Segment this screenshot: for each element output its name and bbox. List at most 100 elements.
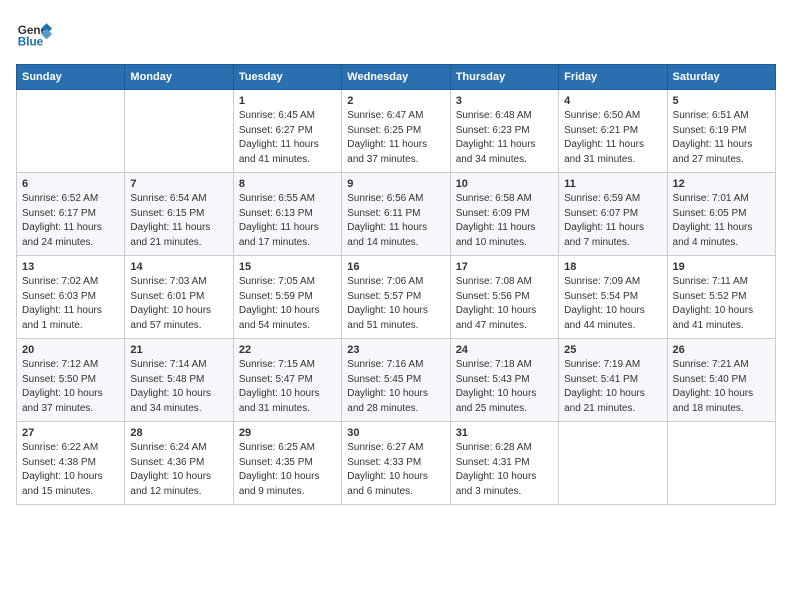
day-info: Sunrise: 7:09 AMSunset: 5:54 PMDaylight:… (564, 275, 661, 333)
day-info: Sunrise: 6:28 AMSunset: 4:31 PMDaylight:… (456, 441, 553, 499)
day-cell: 14Sunrise: 7:03 AMSunset: 6:01 PMDayligh… (125, 256, 233, 339)
day-number: 15 (239, 261, 336, 273)
week-row-5: 27 Sunrise: 6:22 AMSunset: 4:38 PMDayligh… (17, 422, 776, 505)
day-info: Sunrise: 7:21 AMSunset: 5:40 PMDaylight:… (673, 358, 770, 416)
day-cell: 3 Sunrise: 6:48 AMSunset: 6:23 PMDaylight… (450, 90, 558, 173)
day-info: Sunrise: 6:52 AMSunset: 6:17 PMDaylight:… (22, 192, 119, 250)
day-cell (559, 422, 667, 505)
logo-icon: General Blue (16, 16, 52, 52)
day-number: 12 (673, 178, 770, 190)
svg-text:Blue: Blue (18, 36, 44, 49)
day-cell: 12 Sunrise: 7:01 AMSunset: 6:05 PMDayligh… (667, 173, 775, 256)
day-cell: 13 Sunrise: 7:02 AMSunset: 6:03 PMDayligh… (17, 256, 125, 339)
week-row-2: 6 Sunrise: 6:52 AMSunset: 6:17 PMDaylight… (17, 173, 776, 256)
day-cell: 31Sunrise: 6:28 AMSunset: 4:31 PMDayligh… (450, 422, 558, 505)
day-cell: 22 Sunrise: 7:15 AMSunset: 5:47 PMDayligh… (233, 339, 341, 422)
day-info: Sunrise: 6:45 AMSunset: 6:27 PMDaylight:… (239, 109, 336, 167)
day-cell: 19 Sunrise: 7:11 AMSunset: 5:52 PMDayligh… (667, 256, 775, 339)
day-info: Sunrise: 6:50 AMSunset: 6:21 PMDaylight:… (564, 109, 661, 167)
day-info: Sunrise: 7:03 AMSunset: 6:01 PMDaylight:… (130, 275, 227, 333)
weekday-header-friday: Friday (559, 65, 667, 90)
logo: General Blue (16, 16, 52, 52)
day-cell: 25 Sunrise: 7:19 AMSunset: 5:41 PMDayligh… (559, 339, 667, 422)
day-info: Sunrise: 7:05 AMSunset: 5:59 PMDaylight:… (239, 275, 336, 333)
week-row-3: 13 Sunrise: 7:02 AMSunset: 6:03 PMDayligh… (17, 256, 776, 339)
day-cell: 28Sunrise: 6:24 AMSunset: 4:36 PMDayligh… (125, 422, 233, 505)
day-number: 11 (564, 178, 661, 190)
day-number: 10 (456, 178, 553, 190)
day-info: Sunrise: 6:56 AMSunset: 6:11 PMDaylight:… (347, 192, 444, 250)
weekday-header-thursday: Thursday (450, 65, 558, 90)
day-info: Sunrise: 6:25 AMSunset: 4:35 PMDaylight:… (239, 441, 336, 499)
day-info: Sunrise: 6:27 AMSunset: 4:33 PMDaylight:… (347, 441, 444, 499)
day-number: 7 (130, 178, 227, 190)
day-cell: 4 Sunrise: 6:50 AMSunset: 6:21 PMDaylight… (559, 90, 667, 173)
day-info: Sunrise: 6:58 AMSunset: 6:09 PMDaylight:… (456, 192, 553, 250)
day-cell: 1 Sunrise: 6:45 AMSunset: 6:27 PMDaylight… (233, 90, 341, 173)
day-number: 1 (239, 95, 336, 107)
day-info: Sunrise: 7:12 AMSunset: 5:50 PMDaylight:… (22, 358, 119, 416)
week-row-4: 20 Sunrise: 7:12 AMSunset: 5:50 PMDayligh… (17, 339, 776, 422)
day-info: Sunrise: 7:15 AMSunset: 5:47 PMDaylight:… (239, 358, 336, 416)
calendar-table: SundayMondayTuesdayWednesdayThursdayFrid… (16, 64, 776, 505)
day-number: 28 (130, 427, 227, 439)
day-number: 5 (673, 95, 770, 107)
day-info: Sunrise: 6:51 AMSunset: 6:19 PMDaylight:… (673, 109, 770, 167)
day-number: 18 (564, 261, 661, 273)
day-number: 30 (347, 427, 444, 439)
day-number: 27 (22, 427, 119, 439)
day-cell: 24Sunrise: 7:18 AMSunset: 5:43 PMDayligh… (450, 339, 558, 422)
day-number: 9 (347, 178, 444, 190)
day-info: Sunrise: 6:22 AMSunset: 4:38 PMDaylight:… (22, 441, 119, 499)
day-info: Sunrise: 6:59 AMSunset: 6:07 PMDaylight:… (564, 192, 661, 250)
day-number: 19 (673, 261, 770, 273)
day-info: Sunrise: 7:02 AMSunset: 6:03 PMDaylight:… (22, 275, 119, 333)
day-cell (667, 422, 775, 505)
day-number: 6 (22, 178, 119, 190)
day-cell: 8 Sunrise: 6:55 AMSunset: 6:13 PMDaylight… (233, 173, 341, 256)
day-cell: 2 Sunrise: 6:47 AMSunset: 6:25 PMDaylight… (342, 90, 450, 173)
day-info: Sunrise: 7:01 AMSunset: 6:05 PMDaylight:… (673, 192, 770, 250)
day-cell: 29Sunrise: 6:25 AMSunset: 4:35 PMDayligh… (233, 422, 341, 505)
day-cell: 27 Sunrise: 6:22 AMSunset: 4:38 PMDayligh… (17, 422, 125, 505)
day-cell: 15 Sunrise: 7:05 AMSunset: 5:59 PMDayligh… (233, 256, 341, 339)
day-cell: 30 Sunrise: 6:27 AMSunset: 4:33 PMDayligh… (342, 422, 450, 505)
day-cell: 20 Sunrise: 7:12 AMSunset: 5:50 PMDayligh… (17, 339, 125, 422)
day-info: Sunrise: 6:48 AMSunset: 6:23 PMDaylight:… (456, 109, 553, 167)
day-number: 17 (456, 261, 553, 273)
weekday-header-tuesday: Tuesday (233, 65, 341, 90)
page-header: General Blue (16, 16, 776, 52)
weekday-header-monday: Monday (125, 65, 233, 90)
day-info: Sunrise: 7:19 AMSunset: 5:41 PMDaylight:… (564, 358, 661, 416)
day-number: 4 (564, 95, 661, 107)
day-number: 23 (347, 344, 444, 356)
day-cell: 6 Sunrise: 6:52 AMSunset: 6:17 PMDaylight… (17, 173, 125, 256)
day-number: 3 (456, 95, 553, 107)
day-cell: 26 Sunrise: 7:21 AMSunset: 5:40 PMDayligh… (667, 339, 775, 422)
day-cell (125, 90, 233, 173)
day-info: Sunrise: 6:55 AMSunset: 6:13 PMDaylight:… (239, 192, 336, 250)
day-cell: 5 Sunrise: 6:51 AMSunset: 6:19 PMDaylight… (667, 90, 775, 173)
day-info: Sunrise: 7:06 AMSunset: 5:57 PMDaylight:… (347, 275, 444, 333)
day-cell (17, 90, 125, 173)
weekday-header-saturday: Saturday (667, 65, 775, 90)
day-info: Sunrise: 6:47 AMSunset: 6:25 PMDaylight:… (347, 109, 444, 167)
day-number: 21 (130, 344, 227, 356)
day-number: 8 (239, 178, 336, 190)
day-number: 25 (564, 344, 661, 356)
week-row-1: 1 Sunrise: 6:45 AMSunset: 6:27 PMDaylight… (17, 90, 776, 173)
weekday-header-row: SundayMondayTuesdayWednesdayThursdayFrid… (17, 65, 776, 90)
day-info: Sunrise: 7:18 AMSunset: 5:43 PMDaylight:… (456, 358, 553, 416)
day-number: 13 (22, 261, 119, 273)
day-cell: 21Sunrise: 7:14 AMSunset: 5:48 PMDayligh… (125, 339, 233, 422)
day-number: 26 (673, 344, 770, 356)
day-number: 2 (347, 95, 444, 107)
day-cell: 9 Sunrise: 6:56 AMSunset: 6:11 PMDaylight… (342, 173, 450, 256)
weekday-header-wednesday: Wednesday (342, 65, 450, 90)
day-info: Sunrise: 7:11 AMSunset: 5:52 PMDaylight:… (673, 275, 770, 333)
day-info: Sunrise: 7:16 AMSunset: 5:45 PMDaylight:… (347, 358, 444, 416)
day-cell: 23 Sunrise: 7:16 AMSunset: 5:45 PMDayligh… (342, 339, 450, 422)
day-cell: 10 Sunrise: 6:58 AMSunset: 6:09 PMDayligh… (450, 173, 558, 256)
day-number: 22 (239, 344, 336, 356)
day-number: 20 (22, 344, 119, 356)
